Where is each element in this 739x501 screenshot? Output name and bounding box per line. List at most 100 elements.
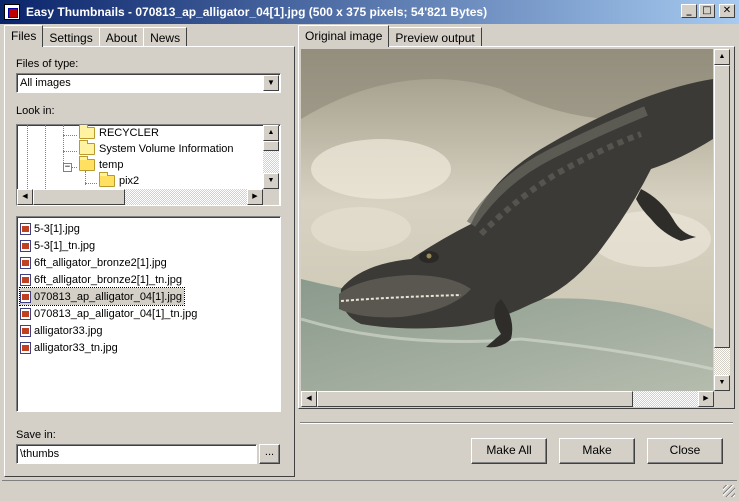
photo-svg <box>301 49 713 391</box>
folder-tree[interactable]: RECYCLER System Volume Information − tem… <box>16 124 281 206</box>
tree-line <box>63 151 77 152</box>
tab-preview-output-label: Preview output <box>395 31 475 45</box>
chevron-down-icon[interactable]: ▼ <box>263 75 279 91</box>
image-panel: ▲ ▼ ◀ ▶ <box>298 46 735 409</box>
tab-files[interactable]: Files <box>4 25 44 47</box>
scroll-corner <box>263 189 279 205</box>
tab-news-label: News <box>150 31 181 45</box>
status-bar <box>2 480 737 499</box>
tab-about[interactable]: About <box>98 27 145 47</box>
list-item[interactable]: 6ft_alligator_bronze2[1].jpg <box>20 254 169 271</box>
image-file-icon <box>20 273 31 286</box>
open-folder-icon <box>99 172 115 187</box>
file-list[interactable]: 5-3[1].jpg 5-3[1]_tn.jpg 6ft_alligator_b… <box>16 216 281 412</box>
files-of-type-select[interactable]: All images ▼ <box>16 73 281 93</box>
look-in-label: Look in: <box>16 105 55 117</box>
title-bar[interactable]: Easy Thumbnails - 070813_ap_alligator_04… <box>0 0 739 24</box>
scroll-up-icon[interactable]: ▲ <box>714 49 730 65</box>
tab-files-label: Files <box>11 29 37 43</box>
folder-icon <box>79 125 95 139</box>
list-item[interactable]: 6ft_alligator_bronze2[1]_tn.jpg <box>20 271 184 288</box>
tree-line <box>85 183 97 184</box>
resize-grip-icon[interactable] <box>723 485 735 497</box>
scroll-down-icon[interactable]: ▼ <box>263 173 279 189</box>
tree-line <box>27 125 28 189</box>
file-name: 5-3[1]_tn.jpg <box>34 239 96 252</box>
left-tab-strip: Files Settings About News <box>4 25 188 47</box>
image-file-icon <box>20 341 31 354</box>
tab-about-label: About <box>105 31 138 45</box>
right-tab-strip: Original image Preview output <box>298 25 482 47</box>
list-item-selected[interactable]: 070813_ap_alligator_04[1].jpg <box>18 287 186 306</box>
window-title: Easy Thumbnails - 070813_ap_alligator_04… <box>26 5 487 19</box>
browse-button[interactable]: ... <box>259 444 280 464</box>
image-file-icon <box>20 222 31 235</box>
image-file-icon <box>20 256 31 269</box>
separator <box>300 422 733 424</box>
window-title-text: Easy Thumbnails - 070813_ap_alligator_04… <box>26 5 306 19</box>
alligator-photo <box>301 49 713 391</box>
tab-original-image-label: Original image <box>305 29 383 43</box>
scroll-right-icon[interactable]: ▶ <box>698 391 714 407</box>
tree-item-label: pix2 <box>119 175 140 187</box>
image-file-icon <box>20 324 31 337</box>
tree-hscroll-thumb[interactable] <box>33 189 125 205</box>
tree-item-label: System Volume Information <box>99 143 234 155</box>
list-item[interactable]: alligator33_tn.jpg <box>20 339 120 356</box>
scroll-left-icon[interactable]: ◀ <box>301 391 317 407</box>
open-folder-icon <box>79 156 95 171</box>
tree-vscroll-thumb[interactable] <box>263 141 279 151</box>
file-name: alligator33_tn.jpg <box>34 341 118 354</box>
make-button[interactable]: Make <box>559 438 635 464</box>
file-name: 070813_ap_alligator_04[1].jpg <box>34 290 183 303</box>
app-window: Easy Thumbnails - 070813_ap_alligator_04… <box>0 0 739 501</box>
tree-item-temp[interactable]: temp <box>79 156 124 171</box>
tab-original-image[interactable]: Original image <box>298 25 390 47</box>
image-file-icon <box>20 290 31 303</box>
tree-item-pix2[interactable]: pix2 <box>99 172 140 187</box>
tree-item-system-volume-information[interactable]: System Volume Information <box>79 140 234 155</box>
tab-news[interactable]: News <box>143 27 188 47</box>
files-panel: Files of type: All images ▼ Look in: REC… <box>4 46 295 477</box>
tree-item-label: RECYCLER <box>99 127 159 139</box>
file-name: 6ft_alligator_bronze2[1].jpg <box>34 256 167 269</box>
tab-settings-label: Settings <box>49 31 93 45</box>
collapse-icon[interactable]: − <box>63 163 72 172</box>
list-item[interactable]: 070813_ap_alligator_04[1]_tn.jpg <box>20 305 199 322</box>
file-name: 6ft_alligator_bronze2[1]_tn.jpg <box>34 273 182 286</box>
files-of-type-label: Files of type: <box>16 58 79 70</box>
tab-preview-output[interactable]: Preview output <box>388 27 482 47</box>
tab-settings[interactable]: Settings <box>42 27 100 47</box>
close-window-button[interactable]: ✕ <box>719 4 735 18</box>
list-item[interactable]: 5-3[1].jpg <box>20 220 82 237</box>
image-file-icon <box>20 307 31 320</box>
image-hscroll-thumb[interactable] <box>317 391 633 407</box>
minimize-button[interactable]: _ <box>681 4 697 18</box>
tree-item-label: temp <box>99 159 124 171</box>
scroll-left-icon[interactable]: ◀ <box>17 189 33 205</box>
scroll-up-icon[interactable]: ▲ <box>263 125 279 141</box>
file-name: 070813_ap_alligator_04[1]_tn.jpg <box>34 307 198 320</box>
file-name: alligator33.jpg <box>34 324 103 337</box>
files-of-type-value: All images <box>20 77 71 89</box>
folder-icon <box>79 140 95 155</box>
tree-item-recycler[interactable]: RECYCLER <box>79 125 159 139</box>
save-in-label: Save in: <box>16 429 56 441</box>
tree-line <box>63 135 77 136</box>
save-in-value: \thumbs <box>20 448 60 460</box>
image-file-icon <box>20 239 31 252</box>
save-in-field[interactable]: \thumbs <box>16 444 257 464</box>
image-info: (500 x 375 pixels; 54'821 Bytes) <box>308 5 488 19</box>
window-controls: _ □ ✕ <box>681 4 735 18</box>
file-name: 5-3[1].jpg <box>34 222 80 235</box>
app-icon[interactable] <box>4 4 20 20</box>
maximize-button[interactable]: □ <box>699 4 715 18</box>
tree-line <box>45 125 46 189</box>
image-vscroll-thumb[interactable] <box>714 65 730 348</box>
scroll-down-icon[interactable]: ▼ <box>714 375 730 391</box>
close-button[interactable]: Close <box>647 438 723 464</box>
scroll-right-icon[interactable]: ▶ <box>247 189 263 205</box>
make-all-button[interactable]: Make All <box>471 438 547 464</box>
list-item[interactable]: 5-3[1]_tn.jpg <box>20 237 97 254</box>
list-item[interactable]: alligator33.jpg <box>20 322 105 339</box>
